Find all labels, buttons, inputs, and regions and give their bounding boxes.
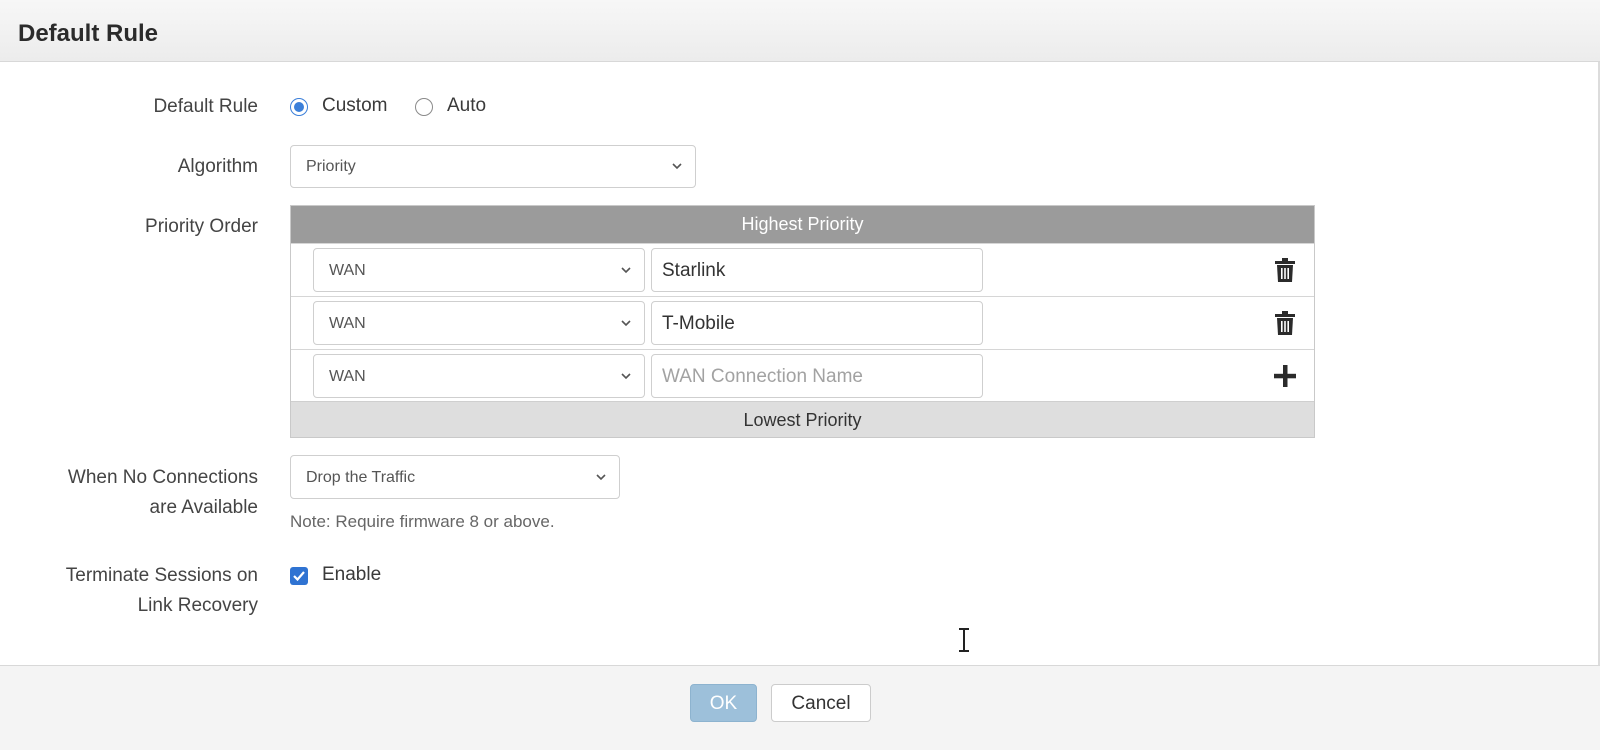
default-rule-label: Default Rule — [153, 96, 258, 117]
custom-radio[interactable] — [290, 98, 308, 116]
priority-order-label: Priority Order — [145, 216, 258, 237]
plus-icon[interactable] — [1273, 363, 1297, 389]
connection-type-select[interactable]: WAN — [313, 301, 645, 345]
connection-type-select[interactable]: WAN — [313, 248, 645, 292]
custom-radio-label[interactable]: Custom — [322, 95, 387, 117]
connection-name-placeholder: WAN Connection Name — [662, 366, 863, 387]
priority-order-table: Highest Priority WAN Starlink WAN T-Mobi… — [290, 205, 1315, 438]
enable-checkbox[interactable] — [290, 567, 308, 585]
no-connections-label-line2: are Available — [149, 497, 258, 518]
dialog-title: Default Rule — [18, 20, 159, 47]
checkmark-icon — [293, 571, 305, 582]
chevron-down-icon — [672, 163, 682, 170]
priority-row: WAN WAN Connection Name — [291, 349, 1314, 402]
text-cursor-icon — [959, 628, 969, 652]
connection-type-select[interactable]: WAN — [313, 354, 645, 398]
no-connections-select[interactable]: Drop the Traffic — [290, 455, 620, 499]
terminate-sessions-label-line1: Terminate Sessions on — [65, 565, 258, 586]
algorithm-select-value: Priority — [306, 158, 356, 175]
terminate-sessions-label-line2: Link Recovery — [137, 595, 258, 616]
trash-icon[interactable] — [1273, 310, 1297, 336]
connection-name-value: T-Mobile — [662, 313, 735, 334]
dialog-footer: OK Cancel — [0, 665, 1600, 750]
chevron-down-icon — [621, 373, 631, 380]
algorithm-label: Algorithm — [177, 156, 258, 177]
auto-radio[interactable] — [415, 98, 433, 116]
no-connections-label-line1: When No Connections — [67, 467, 258, 488]
cancel-button[interactable]: Cancel — [771, 684, 871, 722]
ok-button[interactable]: OK — [690, 684, 757, 722]
connection-name-input[interactable]: WAN Connection Name — [651, 354, 983, 398]
priority-row: WAN T-Mobile — [291, 296, 1314, 349]
firmware-note: Note: Require firmware 8 or above. — [290, 512, 555, 531]
lowest-priority-footer: Lowest Priority — [291, 401, 1314, 437]
dialog-header: Default Rule — [0, 0, 1600, 62]
connection-name-input[interactable]: T-Mobile — [651, 301, 983, 345]
connection-type-value: WAN — [329, 262, 366, 279]
connection-type-value: WAN — [329, 368, 366, 385]
auto-radio-label[interactable]: Auto — [447, 95, 486, 117]
connection-name-input[interactable]: Starlink — [651, 248, 983, 292]
enable-checkbox-label[interactable]: Enable — [322, 564, 381, 586]
priority-row: WAN Starlink — [291, 243, 1314, 296]
chevron-down-icon — [621, 267, 631, 274]
connection-name-value: Starlink — [662, 260, 726, 281]
no-connections-select-value: Drop the Traffic — [306, 469, 416, 486]
chevron-down-icon — [596, 474, 606, 481]
chevron-down-icon — [621, 320, 631, 327]
highest-priority-header: Highest Priority — [291, 206, 1314, 243]
algorithm-select[interactable]: Priority — [290, 145, 696, 188]
trash-icon[interactable] — [1273, 257, 1297, 283]
connection-type-value: WAN — [329, 315, 366, 332]
default-rule-dialog: Default Rule Default Rule Custom Auto Al… — [0, 0, 1600, 750]
